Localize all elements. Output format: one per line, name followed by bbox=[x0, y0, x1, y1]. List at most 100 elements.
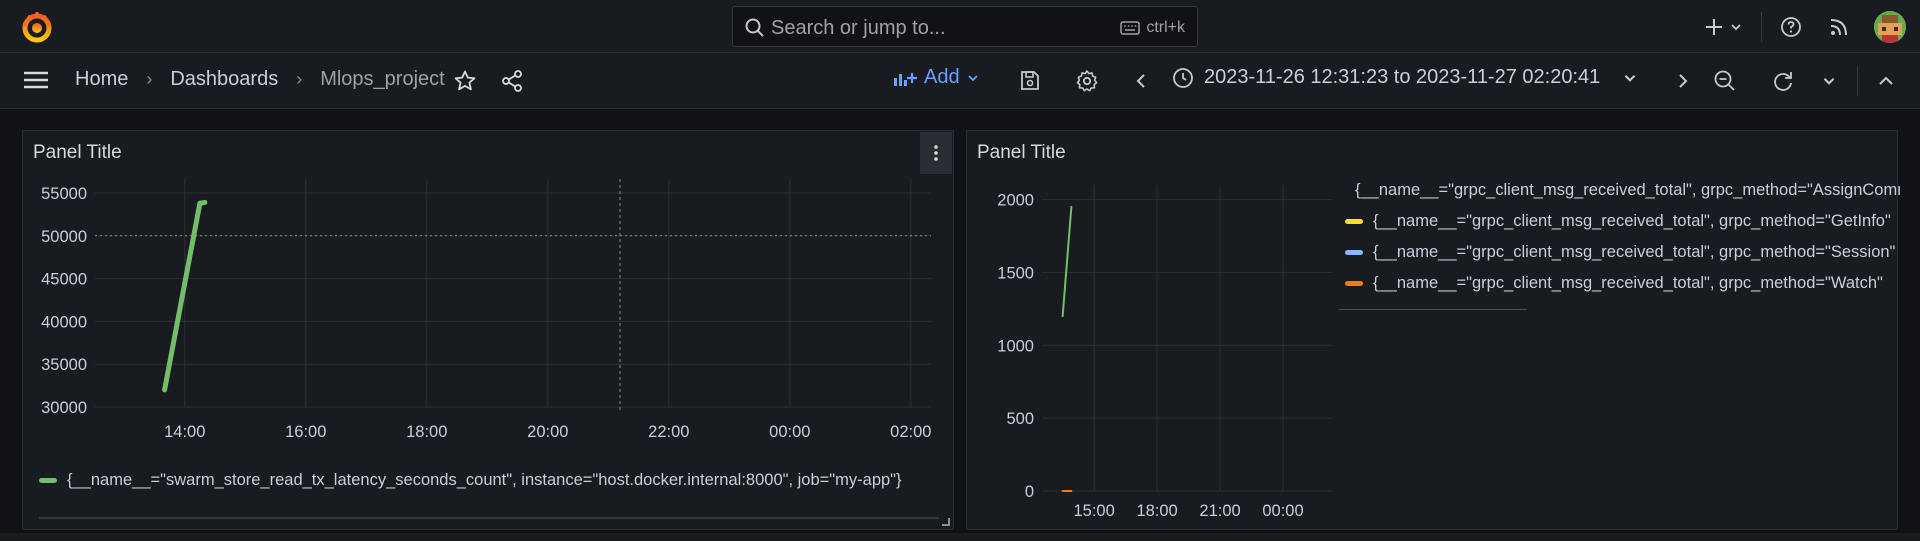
panel-timeseries-1[interactable]: Panel Title 30000 35000 40000 45000 50000 550… bbox=[22, 130, 954, 530]
breadcrumb: Home › Dashboards › Mlops_project bbox=[75, 68, 445, 91]
share-button[interactable] bbox=[500, 69, 524, 98]
x-tick-label: 00:00 bbox=[1262, 502, 1303, 520]
time-range-label: 2023-11-26 12:31:23 to 2023-11-27 02:20:… bbox=[1204, 66, 1601, 88]
keyboard-icon bbox=[1120, 21, 1141, 35]
legend-item-label: {__name__="grpc_client_msg_received_tota… bbox=[1373, 274, 1883, 292]
time-picker[interactable]: 2023-11-26 12:31:23 to 2023-11-27 02:20:… bbox=[1172, 66, 1638, 89]
divider bbox=[1857, 66, 1858, 96]
x-tick-label: 14:00 bbox=[164, 423, 205, 441]
y-tick-label: 35000 bbox=[41, 356, 87, 374]
time-shift-forward-button[interactable] bbox=[1672, 71, 1692, 91]
menu-toggle-button[interactable] bbox=[22, 69, 50, 96]
top-bar: Search or jump to... ctrl+k bbox=[0, 0, 1920, 53]
add-button[interactable]: Add bbox=[892, 66, 980, 89]
y-tick-label: 500 bbox=[1006, 410, 1034, 428]
legend-item-label: {__name__="grpc_client_msg_received_tota… bbox=[1355, 181, 1900, 199]
share-icon bbox=[502, 70, 522, 92]
breadcrumb-home[interactable]: Home bbox=[75, 68, 128, 91]
y-tick-label: 2000 bbox=[997, 192, 1034, 210]
breadcrumb-current: Mlops_project bbox=[320, 68, 445, 90]
user-avatar[interactable] bbox=[1874, 10, 1906, 43]
search-shortcut: ctrl+k bbox=[1120, 19, 1185, 37]
y-tick-label: 30000 bbox=[41, 399, 87, 417]
y-tick-label: 55000 bbox=[41, 185, 87, 203]
series-line bbox=[1061, 205, 1073, 318]
legend: {__name__="swarm_store_read_tx_latency_s… bbox=[39, 471, 902, 490]
y-tick-label: 45000 bbox=[41, 271, 87, 289]
next-panel-row bbox=[0, 533, 1920, 541]
rss-icon bbox=[1830, 18, 1847, 35]
x-tick-label: 21:00 bbox=[1199, 502, 1240, 520]
collapse-toolbar-button[interactable] bbox=[1876, 71, 1896, 91]
legend-scrollbar[interactable] bbox=[1339, 309, 1527, 310]
legend-item-label[interactable]: {__name__="swarm_store_read_tx_latency_s… bbox=[67, 471, 902, 490]
chevron-up-icon bbox=[1879, 76, 1893, 85]
hamburger-icon bbox=[24, 71, 48, 89]
shortcut-label: ctrl+k bbox=[1146, 19, 1185, 36]
legend-item[interactable]: {__name__="grpc_client_msg_received_tota… bbox=[1345, 175, 1900, 206]
search-icon bbox=[745, 18, 765, 43]
y-tick-label: 0 bbox=[1025, 483, 1034, 501]
legend-item[interactable]: {__name__="grpc_client_msg_received_tota… bbox=[1345, 206, 1900, 237]
x-tick-label: 15:00 bbox=[1073, 502, 1114, 520]
gear-icon bbox=[1076, 70, 1098, 92]
plus-icon bbox=[1706, 18, 1722, 35]
x-tick-label: 02:00 bbox=[890, 423, 931, 441]
dashboard-settings-button[interactable] bbox=[1075, 69, 1099, 93]
help-button[interactable] bbox=[1780, 16, 1802, 38]
panel-timeseries-2[interactable]: Panel Title 0 500 1000 1500 2000 15:00 18:00 21… bbox=[966, 130, 1900, 531]
legend-item[interactable]: {__name__="grpc_client_msg_received_tota… bbox=[1345, 268, 1900, 299]
zoom-out-icon bbox=[1714, 70, 1735, 91]
y-tick-label: 1500 bbox=[997, 264, 1034, 282]
x-tick-label: 18:00 bbox=[1136, 502, 1177, 520]
legend-swatch bbox=[1345, 250, 1363, 255]
horizontal-scrollbar[interactable] bbox=[39, 517, 939, 519]
news-button[interactable] bbox=[1828, 16, 1850, 38]
refresh-interval-button[interactable] bbox=[1821, 73, 1837, 89]
chevron-right-icon: › bbox=[296, 69, 303, 89]
resize-handle-icon[interactable] bbox=[942, 518, 950, 526]
star-icon bbox=[454, 70, 476, 91]
legend-item-label: {__name__="grpc_client_msg_received_tota… bbox=[1373, 243, 1896, 261]
y-tick-label: 1000 bbox=[997, 337, 1034, 355]
clock-icon bbox=[1173, 67, 1193, 88]
chevron-right-icon bbox=[1679, 74, 1688, 88]
x-tick-label: 18:00 bbox=[406, 423, 447, 441]
topbar-actions bbox=[1703, 0, 1920, 53]
x-tick-label: 22:00 bbox=[648, 423, 689, 441]
legend-list: {__name__="grpc_client_msg_received_tota… bbox=[1345, 175, 1900, 299]
zoom-out-button[interactable] bbox=[1713, 69, 1737, 93]
save-icon bbox=[1021, 71, 1039, 90]
breadcrumb-dashboards[interactable]: Dashboards bbox=[170, 68, 278, 91]
help-icon bbox=[1781, 16, 1801, 37]
panel-title[interactable]: Panel Title bbox=[33, 142, 122, 164]
panel-title[interactable]: Panel Title bbox=[977, 142, 1066, 164]
y-tick-label: 40000 bbox=[41, 313, 87, 331]
divider bbox=[1761, 11, 1762, 42]
legend-item-label: {__name__="grpc_client_msg_received_tota… bbox=[1373, 212, 1891, 230]
time-series-chart[interactable]: 0 500 1000 1500 2000 15:00 18:00 21:00 00:00 bbox=[967, 171, 1337, 531]
legend-swatch bbox=[1345, 219, 1363, 224]
add-label: Add bbox=[924, 66, 960, 88]
save-dashboard-button[interactable] bbox=[1018, 69, 1042, 93]
new-menu-button[interactable] bbox=[1703, 16, 1743, 38]
legend-item[interactable]: {__name__="grpc_client_msg_received_tota… bbox=[1345, 237, 1900, 268]
panel-menu-button[interactable] bbox=[920, 132, 952, 174]
legend-swatch bbox=[39, 478, 57, 483]
refresh-button[interactable] bbox=[1771, 69, 1795, 93]
search-bar[interactable]: Search or jump to... ctrl+k bbox=[732, 6, 1198, 47]
chevron-left-icon bbox=[1136, 74, 1145, 88]
time-series-chart[interactable]: 30000 35000 40000 45000 50000 55000 14:00 16:00… bbox=[23, 171, 955, 501]
chevron-right-icon: › bbox=[146, 69, 153, 89]
chevron-down-icon bbox=[1731, 23, 1741, 30]
x-tick-label: 16:00 bbox=[285, 423, 326, 441]
grafana-logo-icon[interactable] bbox=[20, 10, 54, 44]
refresh-icon bbox=[1774, 72, 1792, 91]
favorite-button[interactable] bbox=[453, 69, 477, 98]
x-tick-label: 20:00 bbox=[527, 423, 568, 441]
chevron-down-icon bbox=[967, 74, 978, 81]
add-panel-icon bbox=[894, 72, 917, 86]
more-vertical-icon bbox=[934, 145, 938, 161]
x-tick-label: 00:00 bbox=[769, 423, 810, 441]
time-shift-back-button[interactable] bbox=[1132, 71, 1152, 91]
